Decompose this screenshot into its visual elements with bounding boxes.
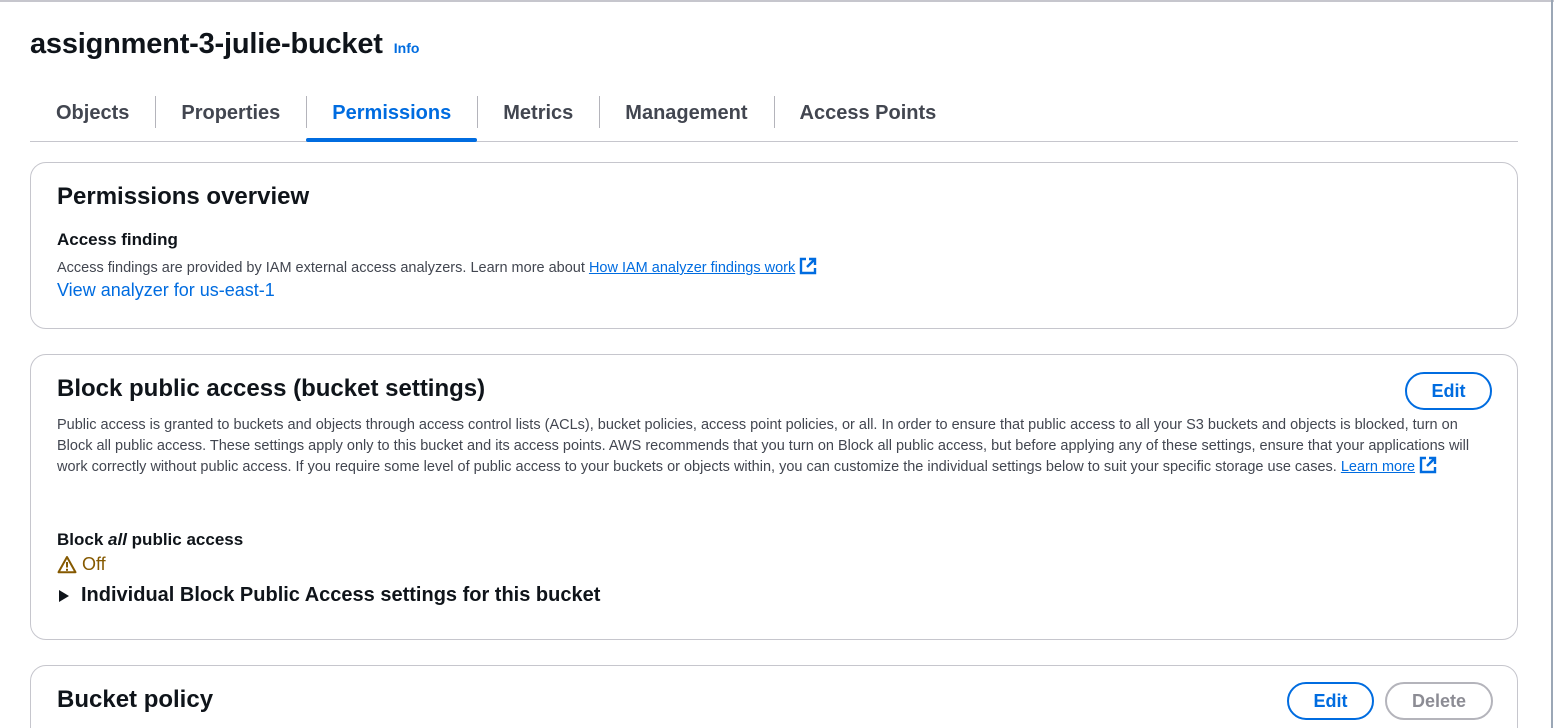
bucket-policy-edit-button[interactable]: Edit	[1287, 682, 1374, 720]
tab-properties[interactable]: Properties	[155, 86, 306, 141]
warning-icon	[57, 556, 77, 574]
tab-access-points[interactable]: Access Points	[773, 86, 963, 141]
caret-right-icon	[59, 589, 69, 602]
block-public-access-title: Block public access (bucket settings)	[57, 375, 486, 402]
bucket-policy-card: Bucket policy Edit Delete	[30, 665, 1518, 728]
access-finding-description: Access findings are provided by IAM exte…	[57, 257, 817, 279]
right-scroll-edge	[1551, 0, 1553, 728]
tab-metrics[interactable]: Metrics	[477, 86, 599, 141]
block-public-access-edit-button[interactable]: Edit	[1405, 372, 1492, 410]
permissions-overview-card: Permissions overview Access finding Acce…	[30, 162, 1518, 329]
block-all-status: Off	[57, 554, 106, 575]
bucket-policy-delete-button[interactable]: Delete	[1385, 682, 1493, 720]
tab-management[interactable]: Management	[599, 86, 773, 141]
block-public-access-text: Public access is granted to buckets and …	[57, 417, 1470, 475]
page-header: assignment-3-julie-bucket Info	[30, 28, 419, 61]
bucket-policy-title: Bucket policy	[57, 686, 214, 713]
permissions-overview-title: Permissions overview	[57, 183, 310, 210]
view-analyzer-link[interactable]: View analyzer for us-east-1	[57, 280, 275, 301]
access-finding-label: Access finding	[57, 230, 178, 249]
learn-more-link[interactable]: Learn more	[1340, 456, 1437, 475]
block-public-access-card: Block public access (bucket settings) Ed…	[30, 354, 1518, 640]
learn-more-link-label: Learn more	[1340, 459, 1416, 475]
top-divider	[0, 0, 1554, 2]
tab-permissions[interactable]: Permissions	[306, 86, 478, 142]
external-link-icon	[1419, 456, 1437, 474]
iam-analyzer-findings-link[interactable]: How IAM analyzer findings work	[588, 257, 817, 276]
block-public-access-description: Public access is granted to buckets and …	[57, 415, 1487, 478]
block-all-emphasis: all	[108, 530, 127, 549]
iam-analyzer-findings-link-label: How IAM analyzer findings work	[588, 260, 796, 276]
page-title: assignment-3-julie-bucket	[30, 28, 383, 60]
block-all-suffix: public access	[131, 530, 244, 549]
external-link-icon	[800, 257, 817, 275]
info-link[interactable]: Info	[394, 40, 420, 56]
access-finding-text: Access findings are provided by IAM exte…	[57, 260, 585, 276]
individual-settings-expander[interactable]: Individual Block Public Access settings …	[59, 584, 600, 607]
tab-objects[interactable]: Objects	[30, 86, 155, 141]
tab-bar: Objects Properties Permissions Metrics M…	[30, 86, 1518, 142]
status-value: Off	[82, 554, 106, 574]
block-all-prefix: Block	[57, 530, 104, 549]
block-all-public-access-label: Block all public access	[57, 530, 243, 550]
individual-settings-label: Individual Block Public Access settings …	[81, 584, 601, 606]
